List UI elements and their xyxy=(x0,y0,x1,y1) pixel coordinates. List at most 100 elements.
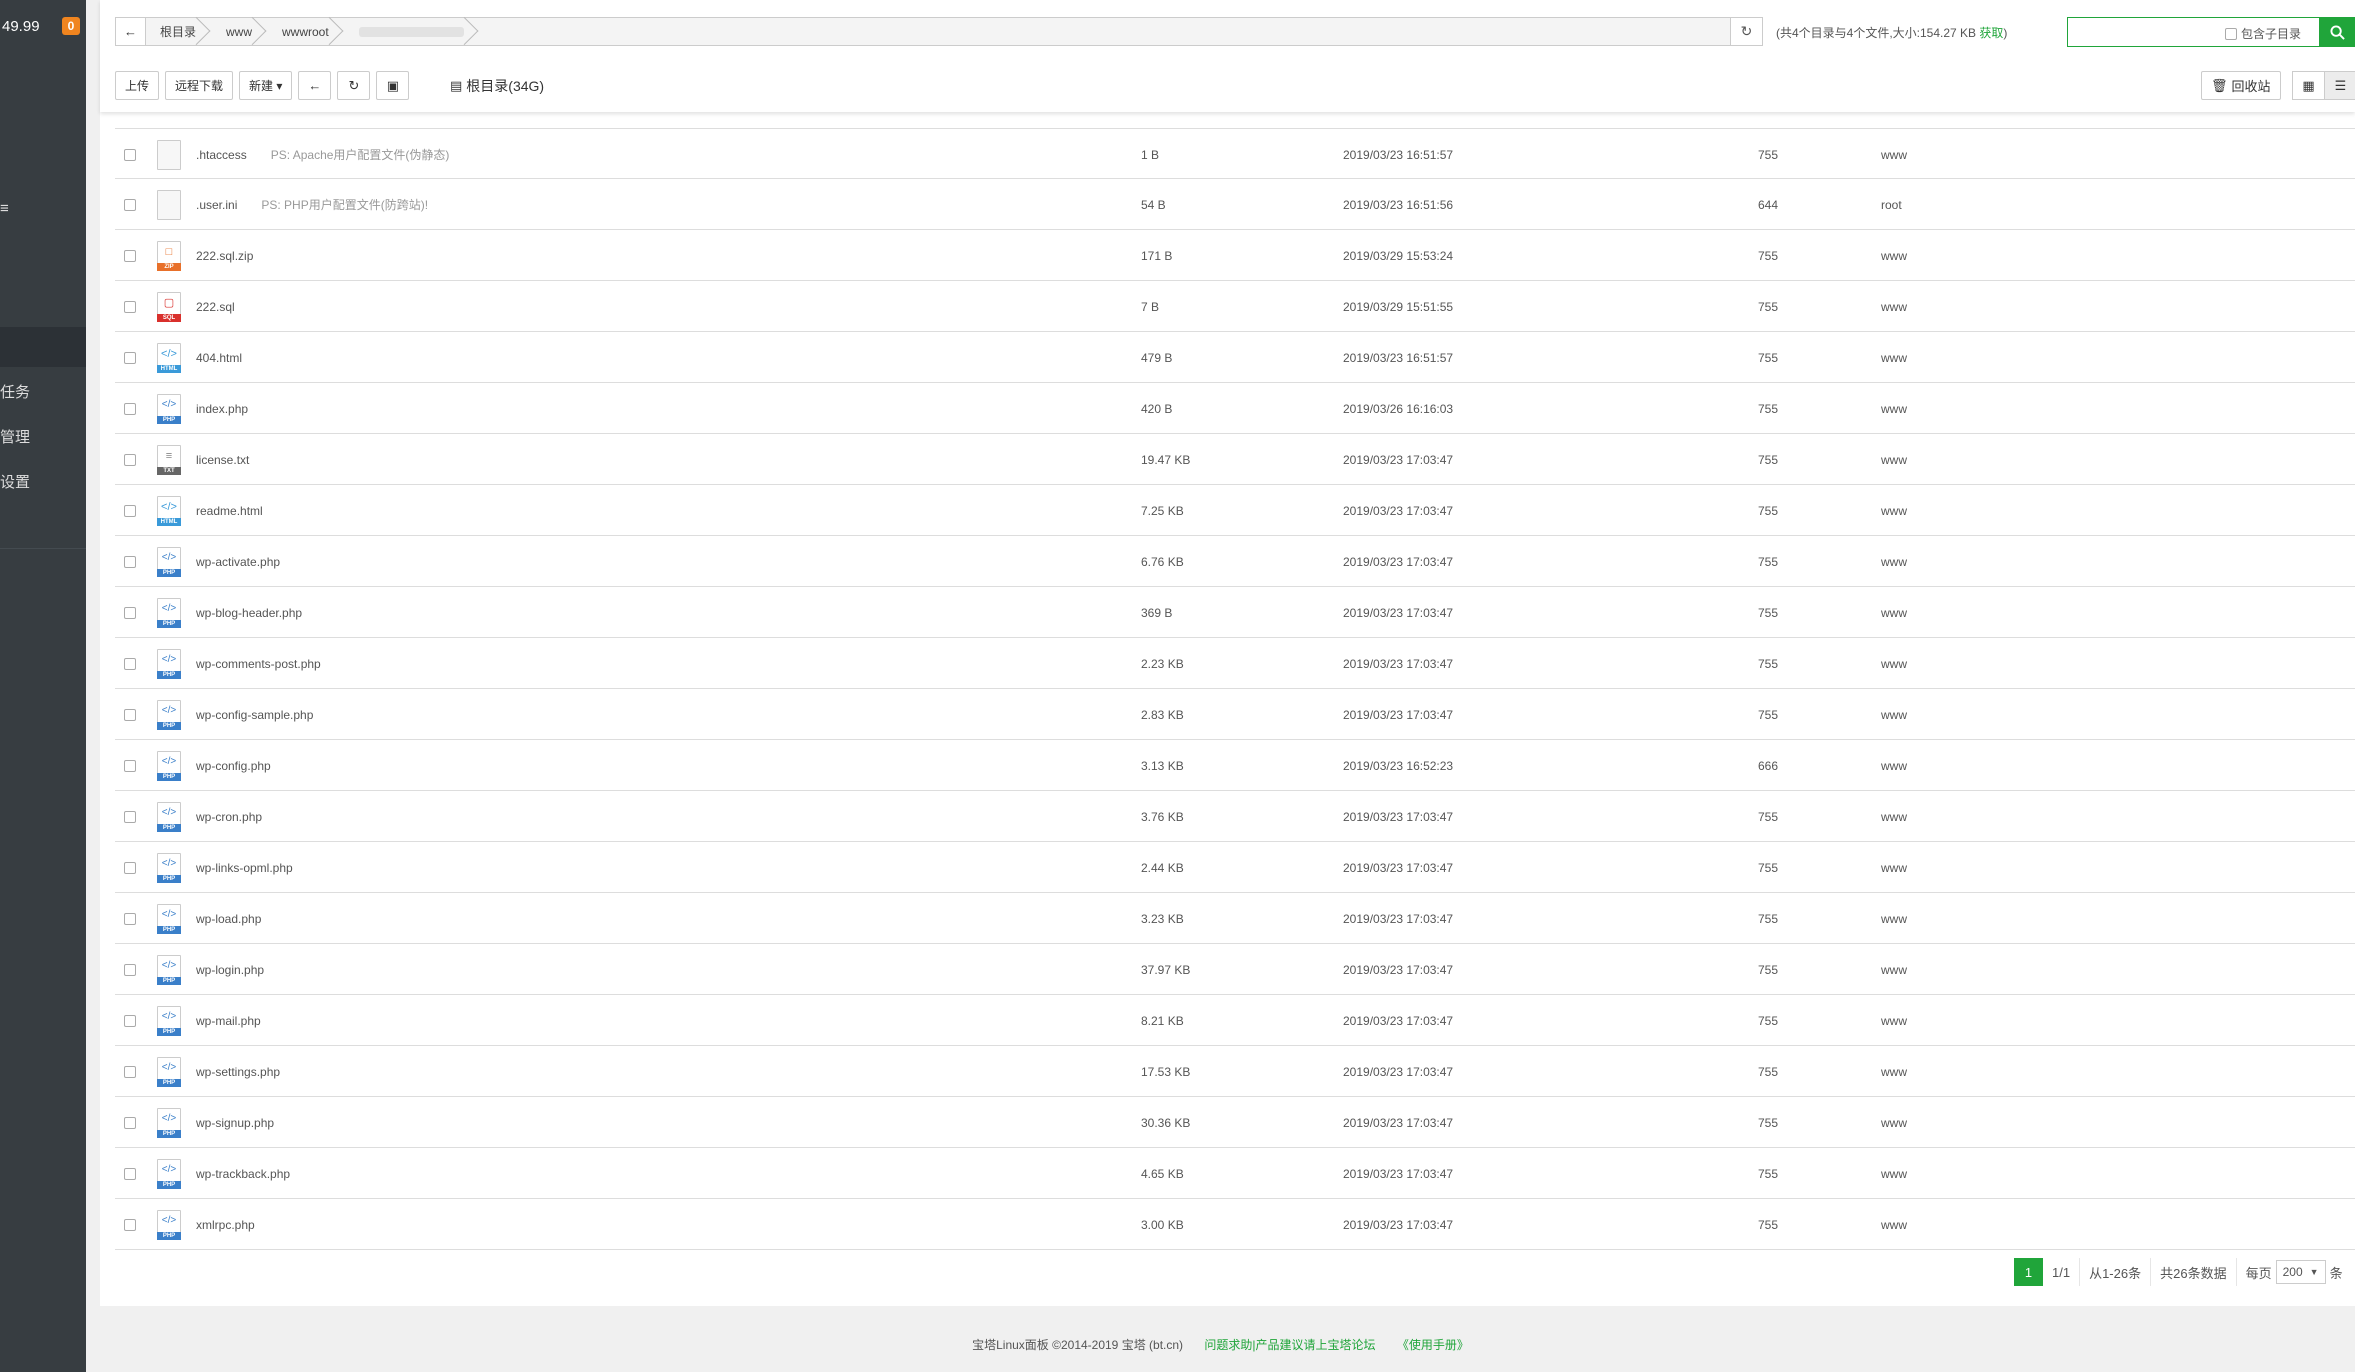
file-name[interactable]: xmlrpc.php xyxy=(196,1218,255,1232)
file-name-cell[interactable]: wp-activate.php xyxy=(196,536,280,587)
file-name[interactable]: wp-load.php xyxy=(196,912,261,926)
file-permission[interactable]: 755 xyxy=(1758,944,1778,995)
file-owner[interactable]: www xyxy=(1881,1148,1907,1199)
file-row[interactable]: </> PHP wp-cron.php 3.76 KB 2019/03/23 1… xyxy=(115,791,2355,842)
file-name-cell[interactable]: wp-config-sample.php xyxy=(196,689,313,740)
page-current[interactable]: 1 xyxy=(2014,1258,2043,1286)
file-row[interactable]: </> PHP xmlrpc.php 3.00 KB 2019/03/23 17… xyxy=(115,1199,2355,1250)
file-row[interactable]: </> PHP wp-comments-post.php 2.23 KB 201… xyxy=(115,638,2355,689)
file-owner[interactable]: www xyxy=(1881,587,1907,638)
file-name-cell[interactable]: wp-login.php xyxy=(196,944,264,995)
file-permission[interactable]: 755 xyxy=(1758,536,1778,587)
row-checkbox[interactable] xyxy=(124,1199,136,1250)
file-name[interactable]: .htaccess xyxy=(196,148,247,162)
file-name[interactable]: wp-links-opml.php xyxy=(196,861,293,875)
file-permission[interactable]: 755 xyxy=(1758,281,1778,332)
row-checkbox[interactable] xyxy=(124,332,136,383)
file-name-cell[interactable]: .user.ini PS: PHP用户配置文件(防跨站)! xyxy=(196,179,428,230)
file-permission[interactable]: 755 xyxy=(1758,587,1778,638)
new-dropdown-button[interactable]: 新建 ▾ xyxy=(239,71,293,100)
file-permission[interactable]: 755 xyxy=(1758,995,1778,1046)
file-permission[interactable]: 755 xyxy=(1758,1046,1778,1097)
file-name-cell[interactable]: index.php xyxy=(196,383,248,434)
file-name[interactable]: wp-config-sample.php xyxy=(196,708,313,722)
file-row[interactable]: .user.ini PS: PHP用户配置文件(防跨站)! 54 B 2019/… xyxy=(115,179,2355,230)
file-permission[interactable]: 755 xyxy=(1758,893,1778,944)
row-checkbox[interactable] xyxy=(124,179,136,230)
file-name[interactable]: wp-cron.php xyxy=(196,810,262,824)
file-name-cell[interactable]: 404.html xyxy=(196,332,242,383)
file-permission[interactable]: 755 xyxy=(1758,230,1778,281)
file-owner[interactable]: www xyxy=(1881,995,1907,1046)
file-owner[interactable]: www xyxy=(1881,791,1907,842)
include-subdir-checkbox[interactable]: 包含子目录 xyxy=(2224,25,2301,42)
file-row[interactable]: </> HTML readme.html 7.25 KB 2019/03/23 … xyxy=(115,485,2355,536)
notification-badge[interactable]: 0 xyxy=(62,17,80,35)
row-checkbox[interactable] xyxy=(124,995,136,1046)
file-name-cell[interactable]: license.txt xyxy=(196,434,249,485)
file-owner[interactable]: www xyxy=(1881,485,1907,536)
row-checkbox[interactable] xyxy=(124,536,136,587)
file-permission[interactable]: 755 xyxy=(1758,332,1778,383)
breadcrumb-wwwroot[interactable]: wwwroot xyxy=(268,18,345,45)
sidebar-item-tasks[interactable]: 任务 xyxy=(0,381,30,402)
list-view-button[interactable]: ☰ xyxy=(2324,71,2355,100)
file-name-cell[interactable]: xmlrpc.php xyxy=(196,1199,255,1250)
row-checkbox[interactable] xyxy=(124,485,136,536)
row-checkbox[interactable] xyxy=(124,383,136,434)
file-name-cell[interactable]: wp-comments-post.php xyxy=(196,638,321,689)
file-row[interactable]: </> PHP wp-config-sample.php 2.83 KB 201… xyxy=(115,689,2355,740)
file-name-cell[interactable]: wp-load.php xyxy=(196,893,261,944)
row-checkbox[interactable] xyxy=(124,638,136,689)
per-page-select[interactable]: 200 ▼ xyxy=(2275,1260,2326,1284)
file-owner[interactable]: www xyxy=(1881,944,1907,995)
row-checkbox[interactable] xyxy=(124,1097,136,1148)
file-permission[interactable]: 755 xyxy=(1758,1097,1778,1148)
file-name[interactable]: license.txt xyxy=(196,453,249,467)
footer-forum-link[interactable]: 问题求助|产品建议请上宝塔论坛 xyxy=(1204,1338,1375,1352)
row-checkbox[interactable] xyxy=(124,893,136,944)
file-owner[interactable]: www xyxy=(1881,1046,1907,1097)
file-row[interactable]: </> HTML 404.html 479 B 2019/03/23 16:51… xyxy=(115,332,2355,383)
file-row[interactable]: </> PHP wp-config.php 3.13 KB 2019/03/23… xyxy=(115,740,2355,791)
file-name-cell[interactable]: 222.sql xyxy=(196,281,235,332)
file-name[interactable]: readme.html xyxy=(196,504,263,518)
file-name[interactable]: wp-settings.php xyxy=(196,1065,280,1079)
file-name[interactable]: wp-comments-post.php xyxy=(196,657,321,671)
breadcrumb-www[interactable]: www xyxy=(212,18,268,45)
file-row[interactable]: </> PHP wp-links-opml.php 2.44 KB 2019/0… xyxy=(115,842,2355,893)
search-button[interactable] xyxy=(2320,17,2355,47)
file-owner[interactable]: www xyxy=(1881,893,1907,944)
file-permission[interactable]: 755 xyxy=(1758,842,1778,893)
file-name[interactable]: wp-config.php xyxy=(196,759,271,773)
path-bar[interactable]: ← 根目录 www wwwroot xyxy=(115,17,1763,46)
file-owner[interactable]: www xyxy=(1881,434,1907,485)
file-owner[interactable]: www xyxy=(1881,740,1907,791)
row-checkbox[interactable] xyxy=(124,230,136,281)
remote-download-button[interactable]: 远程下载 xyxy=(165,71,234,100)
file-owner[interactable]: www xyxy=(1881,230,1907,281)
file-name-cell[interactable]: .htaccess PS: Apache用户配置文件(伪静态) xyxy=(196,129,449,180)
file-permission[interactable]: 644 xyxy=(1758,179,1778,230)
row-checkbox[interactable] xyxy=(124,842,136,893)
file-owner[interactable]: www xyxy=(1881,1097,1907,1148)
file-owner[interactable]: www xyxy=(1881,1199,1907,1250)
row-checkbox[interactable] xyxy=(124,129,136,180)
recycle-bin-button[interactable]: 🗑 回收站 xyxy=(2201,71,2281,100)
file-owner[interactable]: www xyxy=(1881,689,1907,740)
row-checkbox[interactable] xyxy=(124,587,136,638)
sidebar-item-menu[interactable]: ≡ xyxy=(0,200,9,217)
file-owner[interactable]: www xyxy=(1881,842,1907,893)
file-name[interactable]: wp-blog-header.php xyxy=(196,606,302,620)
file-permission[interactable]: 755 xyxy=(1758,791,1778,842)
file-owner[interactable]: www xyxy=(1881,129,1907,180)
file-row[interactable]: </> PHP index.php 420 B 2019/03/26 16:16… xyxy=(115,383,2355,434)
file-permission[interactable]: 755 xyxy=(1758,638,1778,689)
file-name-cell[interactable]: wp-settings.php xyxy=(196,1046,280,1097)
file-row[interactable]: ▢ SQL 222.sql 7 B 2019/03/29 15:51:55 75… xyxy=(115,281,2355,332)
get-size-link[interactable]: 获取 xyxy=(1979,26,2003,40)
sidebar-item-settings[interactable]: 设置 xyxy=(0,471,30,492)
grid-view-button[interactable]: ▦ xyxy=(2292,71,2325,100)
sidebar-item-manage[interactable]: 管理 xyxy=(0,426,30,447)
row-checkbox[interactable] xyxy=(124,689,136,740)
